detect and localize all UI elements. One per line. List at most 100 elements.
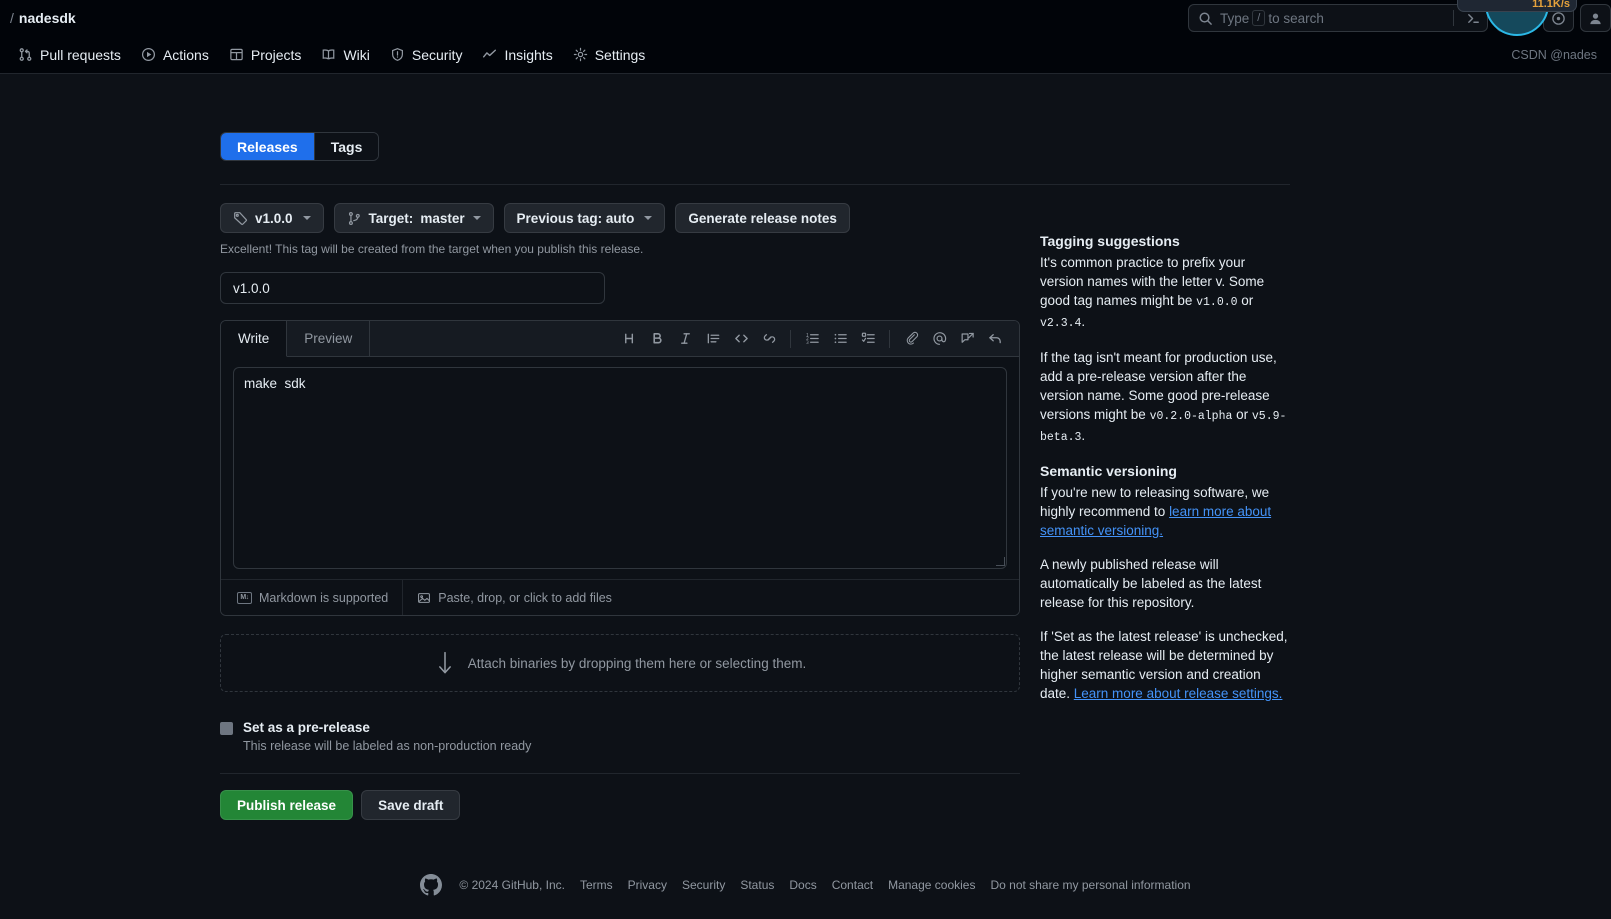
nav-label: Wiki xyxy=(343,46,370,63)
tab-write[interactable]: Write xyxy=(221,321,288,357)
add-files-label: Paste, drop, or click to add files xyxy=(438,590,612,605)
nav-label: Actions xyxy=(162,46,209,63)
nav-item-insights[interactable]: Insights xyxy=(472,42,562,68)
footer-link-docs[interactable]: Docs xyxy=(789,878,816,892)
choose-target-button[interactable]: Target: master xyxy=(333,203,494,233)
nav-item-wiki[interactable]: Wiki xyxy=(311,42,379,68)
save-draft-button[interactable]: Save draft xyxy=(361,790,461,820)
markdown-icon: M↓ xyxy=(237,591,252,604)
toolbar-divider xyxy=(889,329,890,348)
heading-icon[interactable] xyxy=(615,325,643,353)
nav-item-settings[interactable]: Settings xyxy=(563,42,656,68)
header-right-group: Type / to search 11.1K/s xyxy=(1188,0,1611,36)
prerelease-text-group: Set as a pre-release This release will b… xyxy=(243,720,531,753)
nav-label: Settings xyxy=(594,46,646,63)
footer-link-contact[interactable]: Contact xyxy=(832,878,873,892)
attachment-icon[interactable] xyxy=(897,325,925,353)
tag-icon xyxy=(233,211,248,226)
chevron-down-icon xyxy=(472,216,481,220)
release-controls-row: v1.0.0 Target: master Previous tag: auto… xyxy=(220,203,1020,233)
footer-link-do-not-share[interactable]: Do not share my personal information xyxy=(990,878,1190,892)
semver-paragraph-1: If you're new to releasing software, we … xyxy=(1040,483,1290,540)
binaries-dropzone[interactable]: Attach binaries by dropping them here or… xyxy=(220,634,1020,692)
git-pull-request-icon xyxy=(18,47,33,62)
nav-item-security[interactable]: Security xyxy=(380,42,473,68)
svg-text:3: 3 xyxy=(805,340,808,346)
search-placeholder: Type / to search xyxy=(1220,10,1446,26)
repo-name-link[interactable]: nadesdk xyxy=(19,10,76,26)
tagging-p2-text-c: . xyxy=(1081,428,1086,443)
footer-link-manage-cookies[interactable]: Manage cookies xyxy=(888,878,975,892)
nav-item-pull-requests[interactable]: Pull requests xyxy=(8,42,131,68)
tagging-code-v1: v1.0.0 xyxy=(1196,296,1238,309)
reply-icon[interactable] xyxy=(981,325,1009,353)
nav-label: Security xyxy=(411,46,463,63)
footer-links-group: © 2024 GitHub, Inc. Terms Privacy Securi… xyxy=(420,874,1191,896)
prerelease-section: Set as a pre-release This release will b… xyxy=(220,720,1020,753)
generate-release-notes-button[interactable]: Generate release notes xyxy=(675,203,850,233)
page-footer: © 2024 GitHub, Inc. Terms Privacy Securi… xyxy=(0,874,1611,896)
search-input[interactable]: Type / to search xyxy=(1188,4,1488,32)
quote-icon[interactable] xyxy=(699,325,727,353)
tagging-paragraph-2: If the tag isn't meant for production us… xyxy=(1040,348,1290,447)
chevron-down-icon xyxy=(644,216,653,220)
bold-icon[interactable] xyxy=(643,325,671,353)
chevron-down-icon xyxy=(302,216,311,220)
release-description-textarea[interactable] xyxy=(233,367,1007,569)
task-list-icon[interactable] xyxy=(854,325,882,353)
avatar[interactable] xyxy=(1580,4,1611,32)
footer-link-status[interactable]: Status xyxy=(740,878,774,892)
footer-link-privacy[interactable]: Privacy xyxy=(628,878,667,892)
prerelease-checkbox[interactable] xyxy=(220,722,233,735)
tab-tags[interactable]: Tags xyxy=(313,133,379,160)
add-files-button[interactable]: Paste, drop, or click to add files xyxy=(403,580,626,615)
nav-label: Projects xyxy=(250,46,302,63)
gear-icon xyxy=(573,47,588,62)
divider xyxy=(220,184,1290,185)
book-icon xyxy=(321,47,336,62)
nav-label: Insights xyxy=(504,46,553,63)
play-circle-icon xyxy=(141,47,156,62)
cross-reference-icon[interactable] xyxy=(953,325,981,353)
markdown-supported-note[interactable]: M↓ Markdown is supported xyxy=(221,580,404,615)
tagging-code-v2: v2.3.4 xyxy=(1040,317,1082,330)
footer-link-security[interactable]: Security xyxy=(682,878,725,892)
target-value: master xyxy=(420,210,465,226)
global-header: / nadesdk Type / to search 11.1K/s xyxy=(0,0,1611,36)
code-icon[interactable] xyxy=(727,325,755,353)
git-branch-icon xyxy=(347,211,362,226)
tagging-p1-text-b: or xyxy=(1237,293,1254,308)
unordered-list-icon[interactable] xyxy=(826,325,854,353)
nav-item-actions[interactable]: Actions xyxy=(131,42,219,68)
footer-link-terms[interactable]: Terms xyxy=(580,878,613,892)
target-label: Target: xyxy=(368,210,414,226)
terminal-icon[interactable] xyxy=(1466,11,1481,26)
italic-icon[interactable] xyxy=(671,325,699,353)
nav-item-projects[interactable]: Projects xyxy=(219,42,312,68)
generate-notes-label: Generate release notes xyxy=(688,210,837,226)
publish-release-button[interactable]: Publish release xyxy=(220,790,354,820)
github-logo-icon xyxy=(420,874,443,896)
release-settings-link[interactable]: Learn more about release settings. xyxy=(1074,686,1283,701)
toolbar-divider xyxy=(790,329,791,348)
editor-footer: M↓ Markdown is supported Paste, drop, or… xyxy=(221,579,1019,615)
choose-tag-button[interactable]: v1.0.0 xyxy=(220,203,324,233)
tab-preview[interactable]: Preview xyxy=(287,321,371,356)
search-placeholder-prefix: Type xyxy=(1220,10,1250,26)
editor-header: Write Preview 1 2 3 xyxy=(221,321,1019,357)
prerelease-label[interactable]: Set as a pre-release xyxy=(243,720,531,735)
textarea-resize-handle[interactable] xyxy=(996,557,1005,566)
breadcrumb-separator: / xyxy=(10,10,14,26)
down-arrow-icon xyxy=(434,650,456,676)
network-speed-value: 11.1K/s xyxy=(1532,0,1570,10)
semver-paragraph-3: If 'Set as the latest release' is unchec… xyxy=(1040,627,1290,703)
link-icon[interactable] xyxy=(755,325,783,353)
previous-tag-button[interactable]: Previous tag: auto xyxy=(503,203,666,233)
release-title-input[interactable]: v1.0.0 xyxy=(220,272,605,304)
release-title-value: v1.0.0 xyxy=(233,280,270,296)
markdown-supported-label: Markdown is supported xyxy=(259,590,389,605)
tab-releases[interactable]: Releases xyxy=(221,133,314,160)
ordered-list-icon[interactable]: 1 2 3 xyxy=(798,325,826,353)
mention-icon[interactable] xyxy=(925,325,953,353)
form-actions: Publish release Save draft xyxy=(220,790,1020,820)
